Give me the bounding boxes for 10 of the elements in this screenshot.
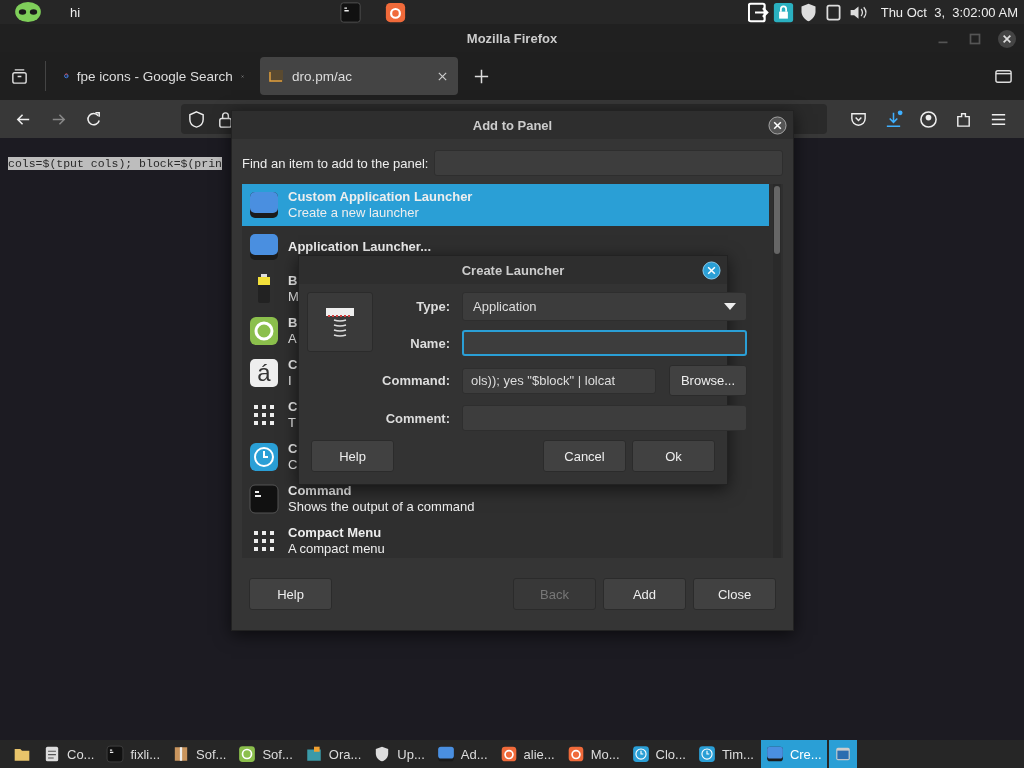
field-label: Command:	[381, 373, 450, 388]
dialog-title: Add to Panel	[472, 117, 553, 133]
field-label: Name:	[409, 335, 450, 351]
field-label: Comment:	[384, 410, 450, 426]
search-label: Find an item to add to the panel:	[242, 155, 429, 171]
character-icon: á	[250, 359, 278, 387]
window-title: Mozilla Firefox	[466, 30, 558, 46]
field-label: Type:	[415, 299, 450, 314]
dialog-title: Create Launcher	[461, 262, 565, 278]
selected-text: cols=$(tput cols); block=$(prin	[8, 157, 222, 170]
